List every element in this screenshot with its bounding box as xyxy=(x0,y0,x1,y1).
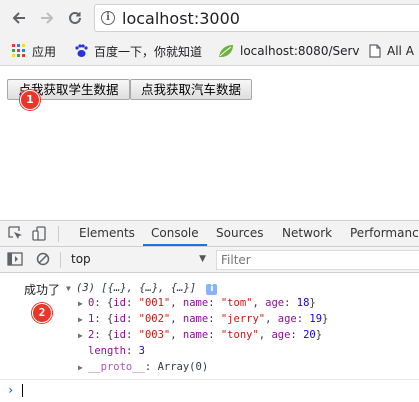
console-toolbar: top ▼ Filter xyxy=(0,247,419,273)
forward-button[interactable] xyxy=(37,8,57,28)
tab-performance[interactable]: Performance xyxy=(350,221,419,246)
show-drawer-icon[interactable] xyxy=(7,252,23,269)
reload-icon xyxy=(69,11,81,24)
bookmark-label: 应用 xyxy=(32,44,57,59)
tab-console[interactable]: Console xyxy=(143,221,207,246)
back-arrow-icon xyxy=(12,12,25,24)
bookmark-label: All A xyxy=(387,44,414,58)
collapsed-triangle-icon: ▶ xyxy=(78,299,83,308)
console-prompt[interactable]: › xyxy=(0,379,419,402)
tab-sources[interactable]: Sources xyxy=(216,221,263,246)
context-selector[interactable]: top ▼ xyxy=(66,250,212,269)
array-entry-row[interactable]: ▶ 1: {id: "002", name: "jerry", age: 19} xyxy=(78,313,328,325)
array-summary-row[interactable]: ▼ (3) [{…}, {…}, {…}] i xyxy=(66,282,218,295)
device-toolbar-icon[interactable] xyxy=(32,226,47,244)
array-entry-row[interactable]: ▶ 2: {id: "003", name: "tony", age: 20} xyxy=(78,329,322,341)
bookmark-apps[interactable]: 应用 xyxy=(12,42,56,60)
bookmark-localhost-8080[interactable]: localhost:8080/Serv xyxy=(218,42,360,60)
baidu-paw-icon xyxy=(74,44,88,58)
filter-placeholder: Filter xyxy=(221,253,251,267)
reload-button[interactable] xyxy=(65,8,85,28)
prompt-chevron-icon: › xyxy=(7,383,15,397)
dropdown-arrow-icon: ▼ xyxy=(199,254,206,264)
collapsed-triangle-icon: ▶ xyxy=(78,315,83,324)
devtools-tab-bar: Elements Console Sources Network Perform… xyxy=(0,221,419,247)
address-bar[interactable]: i localhost:3000 xyxy=(94,4,419,32)
array-entry-row[interactable]: ▶ 0: {id: "001", name: "tom", age: 18} xyxy=(78,297,316,309)
bookmark-baidu[interactable]: 百度一下，你就知道 xyxy=(74,42,202,60)
url-text[interactable]: localhost:3000 xyxy=(122,9,240,28)
info-badge-icon[interactable]: i xyxy=(206,284,218,295)
collapsed-triangle-icon: ▶ xyxy=(78,363,83,372)
info-icon[interactable]: i xyxy=(101,11,115,25)
get-cars-button[interactable]: 点我获取汽车数据 xyxy=(130,79,252,100)
forward-arrow-icon xyxy=(41,12,54,24)
tab-separator xyxy=(58,226,59,242)
console-output: 成功了 ▼ (3) [{…}, {…}, {…}] i ▶ 0: {id: "001… xyxy=(0,273,419,402)
bookmark-all[interactable]: All A xyxy=(369,42,414,60)
console-log-label: 成功了 xyxy=(24,283,61,297)
devtools-panel: Elements Console Sources Network Perform… xyxy=(0,220,419,401)
context-value: top xyxy=(71,252,91,266)
bookmark-label: localhost:8080/Serv xyxy=(240,44,360,58)
bookmarks-bar: 应用 百度一下，你就知道 localhost:8080/Serv All A xyxy=(0,36,419,66)
annotation-badge-1: 1 xyxy=(20,90,40,110)
leaf-icon xyxy=(218,44,234,58)
array-length-row: length: 3 xyxy=(88,345,145,357)
expanded-triangle-icon: ▼ xyxy=(66,284,71,293)
page-content: 点我获取学生数据 点我获取汽车数据 1 xyxy=(0,66,419,220)
console-filter-input[interactable]: Filter xyxy=(216,250,419,270)
collapsed-triangle-icon: ▶ xyxy=(78,331,83,340)
page-icon xyxy=(369,44,381,58)
inspect-element-icon[interactable] xyxy=(8,226,23,244)
browser-toolbar: i localhost:3000 xyxy=(0,0,419,36)
clear-console-icon[interactable] xyxy=(36,252,50,269)
tab-network[interactable]: Network xyxy=(282,221,332,246)
toolbar-separator xyxy=(60,252,61,268)
bookmark-label: 百度一下，你就知道 xyxy=(94,44,203,59)
back-button[interactable] xyxy=(9,8,29,28)
array-summary: (3) [{…}, {…}, {…}] xyxy=(76,282,197,294)
apps-grid-icon xyxy=(12,44,26,58)
tab-elements[interactable]: Elements xyxy=(79,221,135,246)
text-cursor xyxy=(22,384,23,397)
annotation-badge-2: 2 xyxy=(32,303,52,323)
array-proto-row[interactable]: ▶ __proto__: Array(0) xyxy=(78,361,208,373)
